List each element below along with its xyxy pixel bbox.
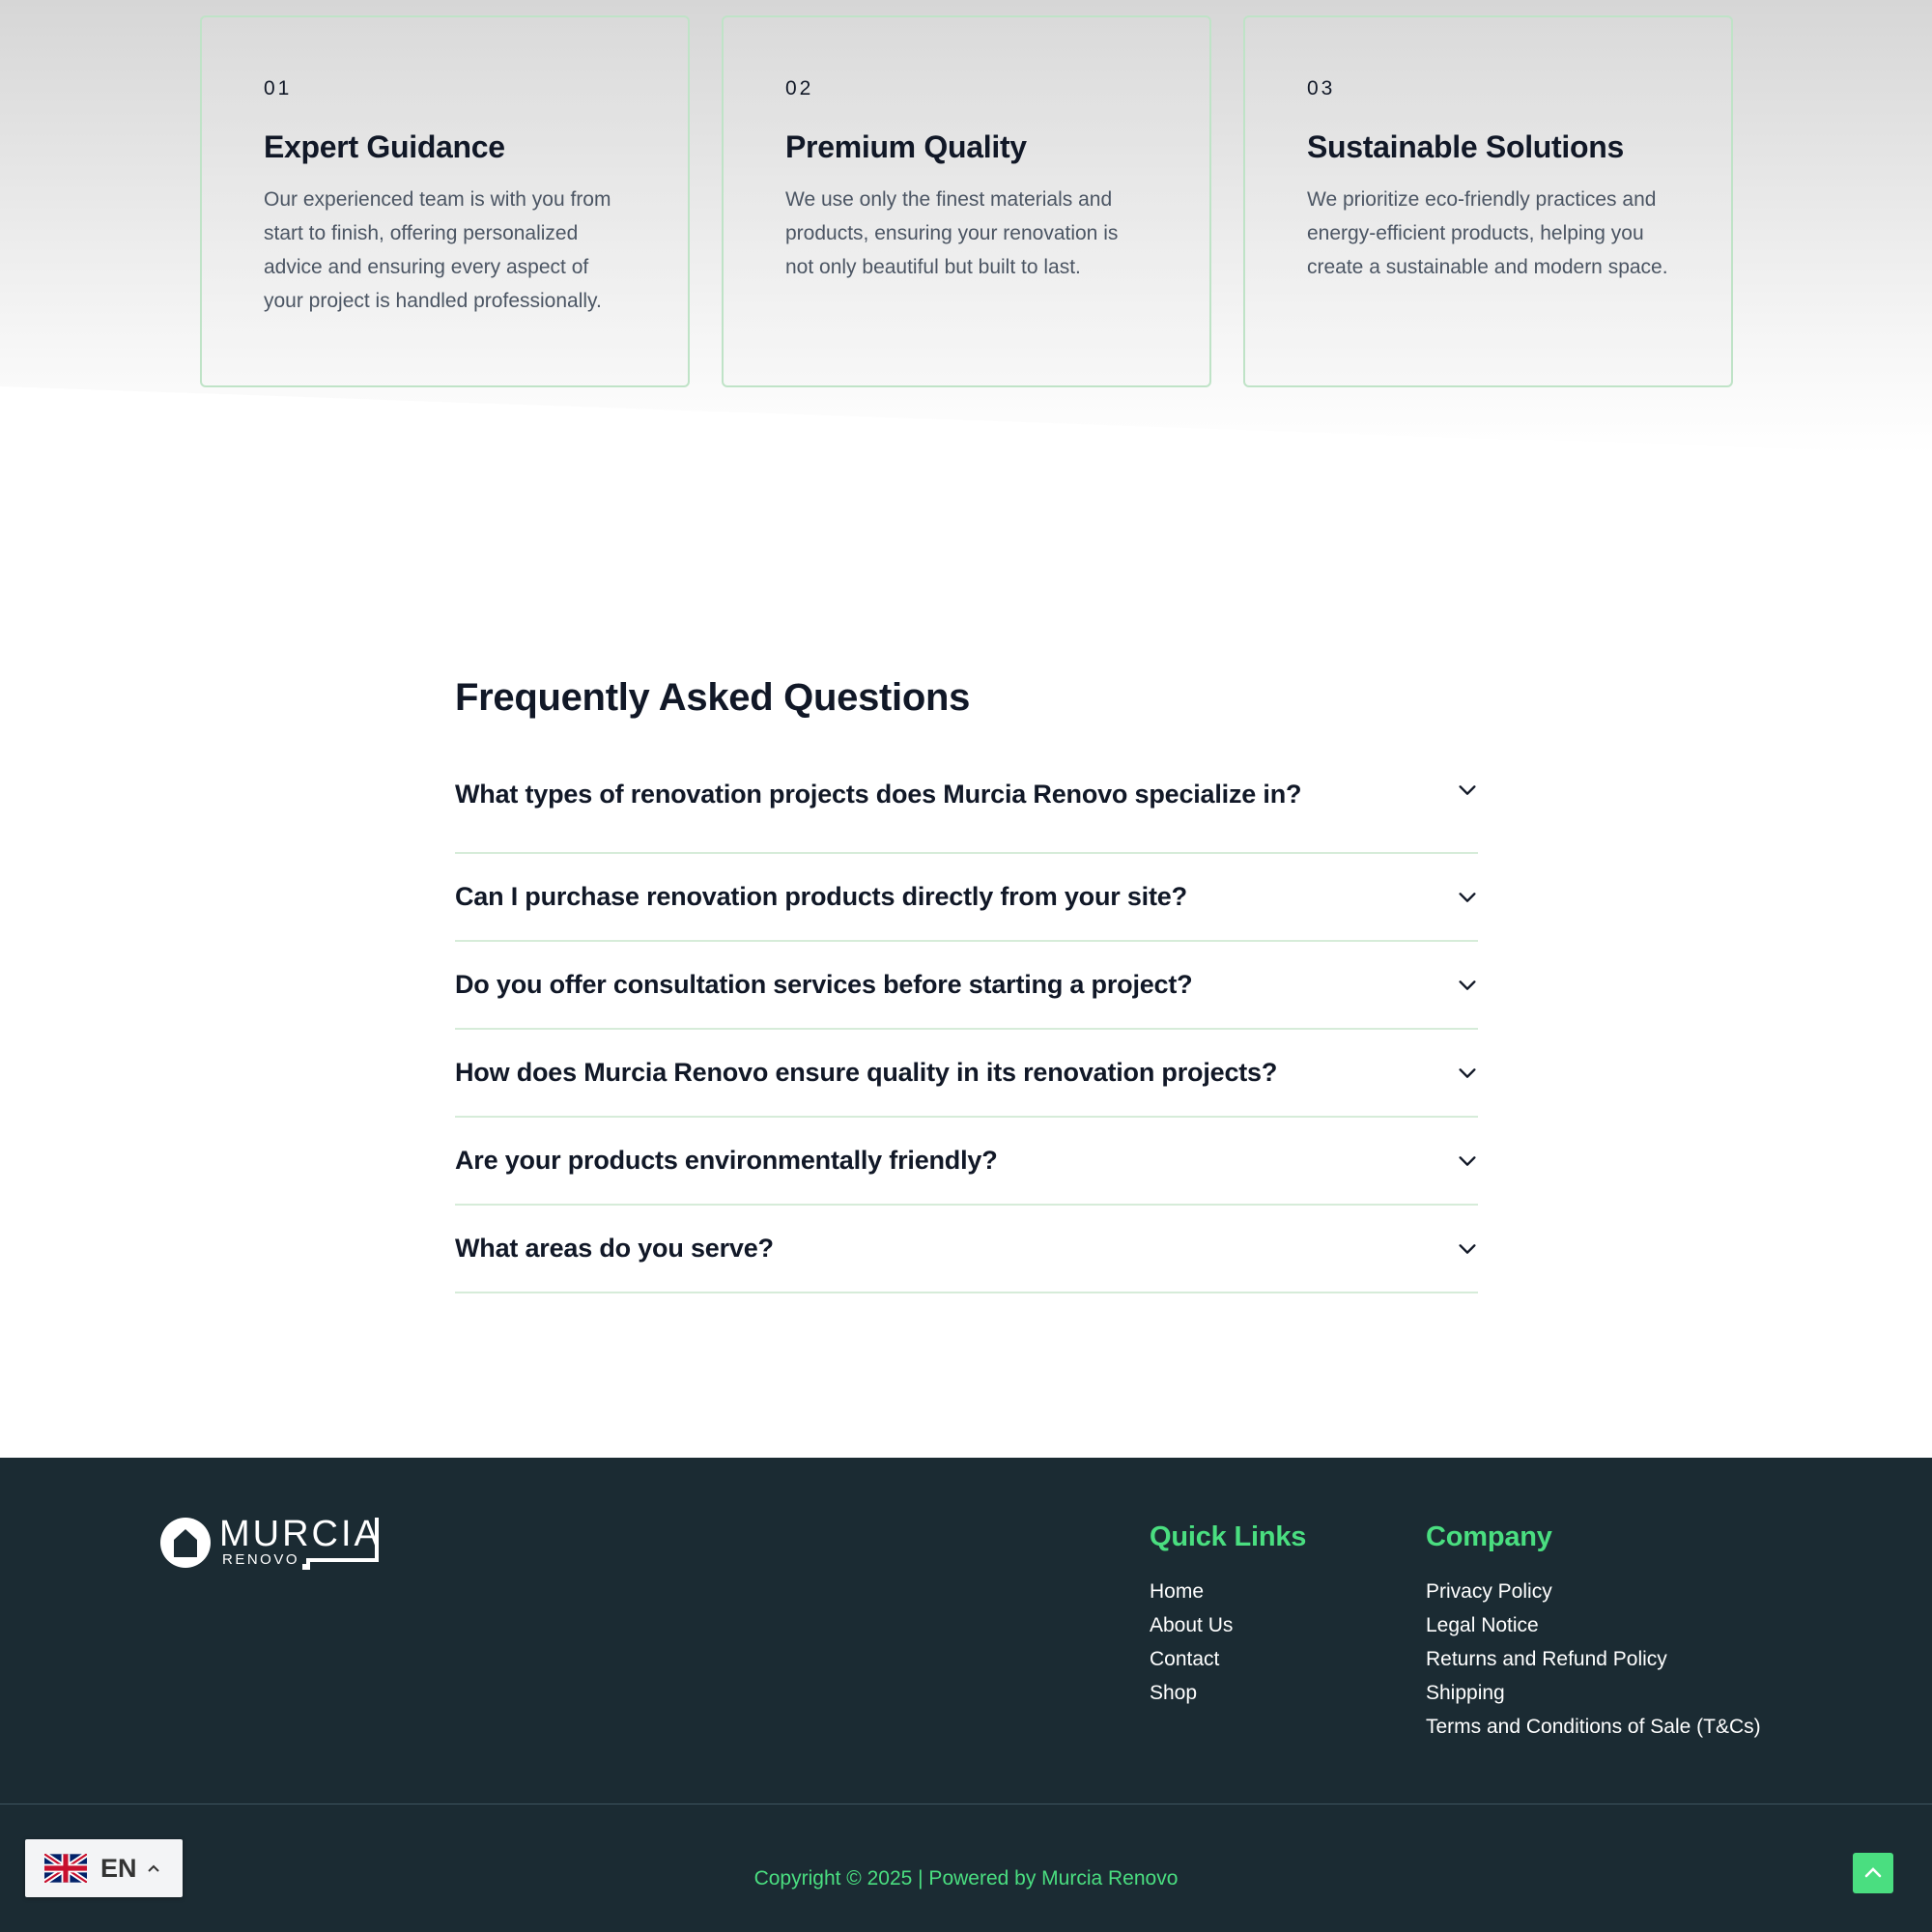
card-text: Our experienced team is with you from st… (264, 188, 611, 312)
feature-card: 03 Sustainable Solutions We prioritize e… (1243, 15, 1733, 387)
faq-question: Do you offer consultation services befor… (455, 970, 1193, 999)
faq-title: Frequently Asked Questions (455, 676, 971, 719)
chevron-down-icon (1457, 780, 1478, 801)
faq-question: How does Murcia Renovo ensure quality in… (455, 1058, 1278, 1087)
site-footer: MURCIA RENOVO Quick Links Home About Us … (0, 1458, 1932, 1932)
logo-bracket-shape (302, 1518, 379, 1570)
quick-links-column: Quick Links Home About Us Contact Shop (1150, 1521, 1306, 1710)
link-text[interactable]: Privacy Policy (1426, 1580, 1552, 1603)
features-cards: 01 Expert Guidance Our experienced team … (200, 15, 1733, 387)
company-links-list: Privacy Policy Legal Notice Returns and … (1426, 1575, 1761, 1744)
footer-link-shipping[interactable]: Shipping (1426, 1676, 1761, 1710)
house-logo-icon (160, 1518, 211, 1568)
link-text[interactable]: Contact (1150, 1648, 1219, 1670)
link-text[interactable]: Home (1150, 1580, 1204, 1603)
card-title: Sustainable Solutions (1307, 129, 1624, 164)
link-text[interactable]: Returns and Refund Policy (1426, 1648, 1667, 1670)
copyright-text: Copyright © 2025 | Powered by Murcia Ren… (753, 1867, 1179, 1889)
chevron-down-icon (1457, 1238, 1478, 1260)
card-title: Premium Quality (785, 129, 1027, 164)
footer-link-returns[interactable]: Returns and Refund Policy (1426, 1642, 1761, 1676)
faq-question: What areas do you serve? (455, 1234, 774, 1263)
language-switcher[interactable]: EN (25, 1839, 183, 1897)
faq-item[interactable]: How does Murcia Renovo ensure quality in… (455, 1030, 1478, 1118)
faq-item[interactable]: Can I purchase renovation products direc… (455, 854, 1478, 942)
footer-link-shop[interactable]: Shop (1150, 1676, 1306, 1710)
faq-question: Can I purchase renovation products direc… (455, 882, 1187, 911)
chevron-down-icon (1457, 1063, 1478, 1084)
footer-link-contact[interactable]: Contact (1150, 1642, 1306, 1676)
uk-flag-icon (44, 1854, 87, 1883)
faq-list: What types of renovation projects does M… (455, 780, 1478, 1293)
chevron-up-icon (147, 1864, 159, 1872)
faq-item[interactable]: Are your products environmentally friend… (455, 1118, 1478, 1206)
card-text: We use only the finest materials and pro… (785, 188, 1119, 278)
quick-links-title: Quick Links (1150, 1521, 1307, 1552)
quick-links-list: Home About Us Contact Shop (1150, 1575, 1306, 1710)
footer-logo[interactable]: MURCIA RENOVO (159, 1516, 384, 1570)
language-code: EN (100, 1853, 137, 1883)
card-text: We prioritize eco-friendly practices and… (1307, 188, 1668, 278)
card-number: 02 (785, 77, 814, 99)
faq-item[interactable]: What types of renovation projects does M… (455, 780, 1478, 854)
chevron-down-icon (1457, 975, 1478, 996)
card-number: 03 (1307, 77, 1336, 99)
link-text[interactable]: Shipping (1426, 1682, 1505, 1704)
feature-card: 02 Premium Quality We use only the fines… (722, 15, 1211, 387)
card-title: Expert Guidance (264, 129, 505, 164)
faq-question: What types of renovation projects does M… (455, 780, 1302, 809)
feature-card: 01 Expert Guidance Our experienced team … (200, 15, 690, 387)
card-number: 01 (264, 77, 293, 99)
scroll-to-top-button[interactable] (1853, 1853, 1893, 1893)
faq-item[interactable]: What areas do you serve? (455, 1206, 1478, 1293)
link-text[interactable]: Shop (1150, 1682, 1197, 1704)
chevron-down-icon (1457, 887, 1478, 908)
chevron-down-icon (1457, 1151, 1478, 1172)
footer-link-legal[interactable]: Legal Notice (1426, 1608, 1761, 1642)
link-text[interactable]: About Us (1150, 1614, 1233, 1636)
link-text[interactable]: Terms and Conditions of Sale (T&Cs) (1426, 1716, 1761, 1738)
logo-wordmark: MURCIA RENOVO (219, 1516, 384, 1570)
faq-question: Are your products environmentally friend… (455, 1146, 998, 1175)
footer-link-terms[interactable]: Terms and Conditions of Sale (T&Cs) (1426, 1710, 1761, 1744)
company-column: Company Privacy Policy Legal Notice Retu… (1426, 1521, 1761, 1744)
chevron-up-icon (1864, 1867, 1882, 1878)
faq-section: Frequently Asked Questions What types of… (455, 676, 1478, 1293)
link-text[interactable]: Legal Notice (1426, 1614, 1539, 1636)
faq-item[interactable]: Do you offer consultation services befor… (455, 942, 1478, 1030)
footer-link-about[interactable]: About Us (1150, 1608, 1306, 1642)
footer-link-home[interactable]: Home (1150, 1575, 1306, 1608)
footer-link-privacy[interactable]: Privacy Policy (1426, 1575, 1761, 1608)
company-title: Company (1426, 1521, 1552, 1552)
